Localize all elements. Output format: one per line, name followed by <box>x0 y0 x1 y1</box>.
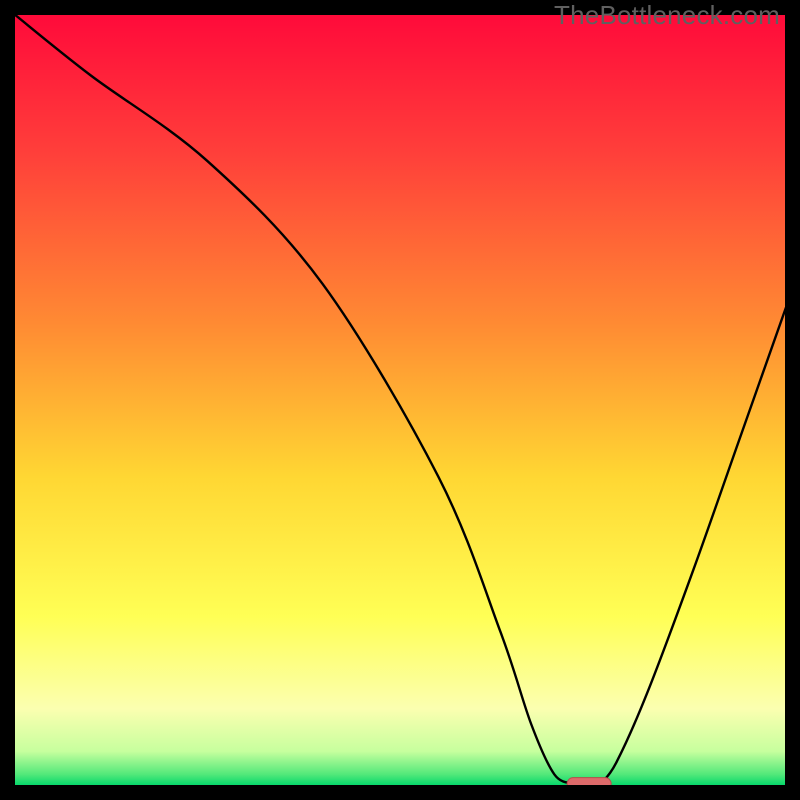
bottleneck-chart <box>14 14 786 786</box>
gradient-background <box>14 14 786 786</box>
optimum-marker <box>567 778 611 786</box>
watermark-label: TheBottleneck.com <box>554 0 780 31</box>
